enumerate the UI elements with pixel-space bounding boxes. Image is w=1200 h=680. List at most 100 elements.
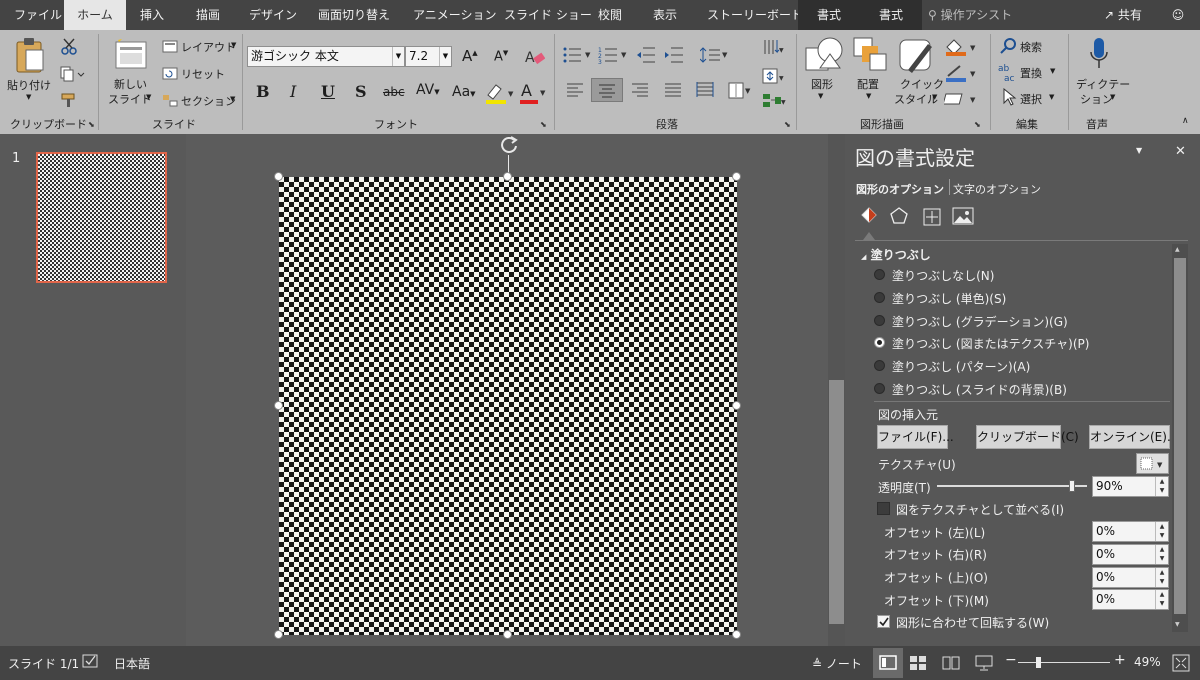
- tab-draw[interactable]: 描画: [196, 0, 220, 30]
- picture-icon[interactable]: [952, 206, 974, 226]
- decrease-indent-icon[interactable]: [636, 46, 656, 64]
- tab-format-1[interactable]: 書式: [798, 0, 860, 30]
- spinner-arrows-icon[interactable]: ▲ ▼: [1155, 568, 1168, 587]
- slideshow-icon[interactable]: [975, 654, 993, 672]
- share-button[interactable]: ↗ 共有: [1104, 0, 1142, 30]
- text-direction-icon[interactable]: ▼: [762, 38, 786, 58]
- align-text-icon[interactable]: ▼: [762, 68, 786, 86]
- zoom-out-icon[interactable]: −: [1005, 652, 1017, 668]
- columns-icon[interactable]: ▼: [728, 82, 754, 100]
- tab-storyboard[interactable]: ストーリーボード: [707, 0, 803, 30]
- tab-home[interactable]: ホーム: [64, 0, 126, 30]
- distributed-icon[interactable]: [696, 81, 716, 99]
- resize-handle-left[interactable]: [274, 401, 283, 410]
- zoom-in-icon[interactable]: +: [1114, 652, 1126, 668]
- scroll-up-icon[interactable]: ▲: [1175, 246, 1180, 253]
- justify-icon[interactable]: [664, 82, 684, 98]
- offset-right-spinner[interactable]: 0% ▲ ▼: [1092, 544, 1169, 565]
- resize-handle-bottom-left[interactable]: [274, 630, 283, 639]
- spinner-arrows-icon[interactable]: ▲ ▼: [1155, 522, 1168, 541]
- character-spacing-button[interactable]: AV▼: [416, 82, 440, 98]
- fill-picture-radio[interactable]: [874, 337, 885, 348]
- fill-solid-radio[interactable]: [874, 292, 885, 303]
- effects-icon[interactable]: [889, 206, 909, 226]
- clipboard-launcher-icon[interactable]: ⬊: [88, 120, 95, 129]
- tab-slideshow[interactable]: スライド ショー: [504, 0, 592, 30]
- offset-left-spinner[interactable]: 0% ▲ ▼: [1092, 521, 1169, 542]
- align-right-icon[interactable]: [631, 82, 651, 98]
- zoom-slider-thumb[interactable]: [1036, 657, 1041, 668]
- spell-check-icon[interactable]: [82, 654, 100, 670]
- slide-sorter-icon[interactable]: [909, 655, 927, 671]
- spinner-arrows-icon[interactable]: ▲ ▼: [1155, 590, 1168, 609]
- offset-bottom-spinner[interactable]: 0% ▲ ▼: [1092, 589, 1169, 610]
- copy-icon[interactable]: [60, 66, 86, 82]
- notes-button[interactable]: ≜ ノート: [812, 655, 862, 672]
- pane-options-dropdown-icon[interactable]: ▼: [1136, 146, 1142, 155]
- texture-picker[interactable]: ▼: [1136, 453, 1169, 474]
- shrink-font-icon[interactable]: A▼: [494, 49, 508, 64]
- close-pane-icon[interactable]: ✕: [1175, 144, 1186, 159]
- grow-font-icon[interactable]: A▲: [462, 47, 478, 65]
- insert-clipboard-button[interactable]: クリップボード(C): [976, 425, 1079, 449]
- zoom-level[interactable]: 49%: [1134, 655, 1161, 669]
- fill-gradient-radio[interactable]: [874, 315, 885, 326]
- resize-handle-top[interactable]: [503, 172, 512, 181]
- language[interactable]: 日本語: [114, 655, 150, 672]
- fill-line-icon[interactable]: [859, 206, 879, 226]
- underline-button[interactable]: U: [321, 82, 335, 101]
- zoom-slider-track[interactable]: [1018, 662, 1110, 663]
- format-painter-icon[interactable]: [60, 92, 78, 108]
- line-spacing-icon[interactable]: ▼: [700, 46, 730, 64]
- cut-icon[interactable]: [60, 38, 78, 56]
- resize-handle-top-right[interactable]: [732, 172, 741, 181]
- tab-insert[interactable]: 挿入: [140, 0, 164, 30]
- resize-handle-top-left[interactable]: [274, 172, 283, 181]
- chevron-down-icon[interactable]: ▼: [439, 47, 451, 66]
- font-color-icon[interactable]: A ▼: [518, 81, 548, 106]
- rotate-handle-icon[interactable]: [498, 134, 520, 156]
- fit-to-window-icon[interactable]: [1170, 652, 1192, 674]
- tab-review[interactable]: 校閲: [598, 0, 622, 30]
- editor-scroll-thumb[interactable]: [829, 380, 844, 624]
- bullets-icon[interactable]: ▼: [562, 46, 594, 64]
- text-shadow-button[interactable]: S: [355, 82, 367, 101]
- slide-thumbnail[interactable]: [36, 152, 167, 283]
- transparency-slider-track[interactable]: [937, 485, 1087, 487]
- tab-text-options[interactable]: 文字のオプション: [953, 181, 1041, 197]
- strikethrough-button[interactable]: abc: [383, 85, 405, 99]
- font-name-combo[interactable]: 游ゴシック 本文 ▼: [247, 46, 405, 67]
- offset-top-spinner[interactable]: 0% ▲ ▼: [1092, 567, 1169, 588]
- tell-me-search[interactable]: ⚲ 操作アシスト: [928, 0, 1012, 30]
- fill-pattern-radio[interactable]: [874, 360, 885, 371]
- chevron-down-icon[interactable]: ▼: [392, 47, 404, 66]
- clear-formatting-icon[interactable]: A: [525, 48, 545, 66]
- change-case-button[interactable]: Aa▼: [452, 84, 476, 100]
- align-left-icon[interactable]: [566, 82, 586, 98]
- spinner-arrows-icon[interactable]: ▲ ▼: [1155, 545, 1168, 564]
- normal-view-button[interactable]: [873, 648, 903, 678]
- increase-indent-icon[interactable]: [664, 46, 684, 64]
- shape-outline-icon[interactable]: ▼: [944, 64, 978, 82]
- scroll-down-icon[interactable]: ▼: [1175, 621, 1180, 628]
- selected-picture-shape[interactable]: [279, 177, 737, 635]
- collapse-ribbon-icon[interactable]: ∧: [1182, 116, 1189, 126]
- bold-button[interactable]: B: [256, 82, 270, 101]
- shape-fill-icon[interactable]: ▼: [944, 38, 978, 56]
- tab-format-2[interactable]: 書式: [860, 0, 922, 30]
- tab-shape-options[interactable]: 図形のオプション: [856, 181, 944, 197]
- tab-design[interactable]: デザイン: [249, 0, 297, 30]
- resize-handle-bottom[interactable]: [503, 630, 512, 639]
- insert-file-button[interactable]: ファイル(F)...: [877, 425, 954, 449]
- numbering-icon[interactable]: 123 ▼: [598, 46, 630, 64]
- spinner-arrows-icon[interactable]: ▲ ▼: [1155, 477, 1168, 496]
- tab-view[interactable]: 表示: [653, 0, 677, 30]
- font-size-combo[interactable]: 7.2 ▼: [405, 46, 452, 67]
- tile-checkbox[interactable]: [877, 502, 890, 515]
- align-center-button[interactable]: [591, 78, 623, 102]
- transparency-spinner[interactable]: 90% ▲ ▼: [1092, 476, 1169, 497]
- fill-section-header[interactable]: ◢ 塗りつぶし: [861, 246, 931, 263]
- tab-transitions[interactable]: 画面切り替え: [318, 0, 390, 30]
- italic-button[interactable]: I: [290, 82, 296, 101]
- size-properties-icon[interactable]: [921, 206, 943, 228]
